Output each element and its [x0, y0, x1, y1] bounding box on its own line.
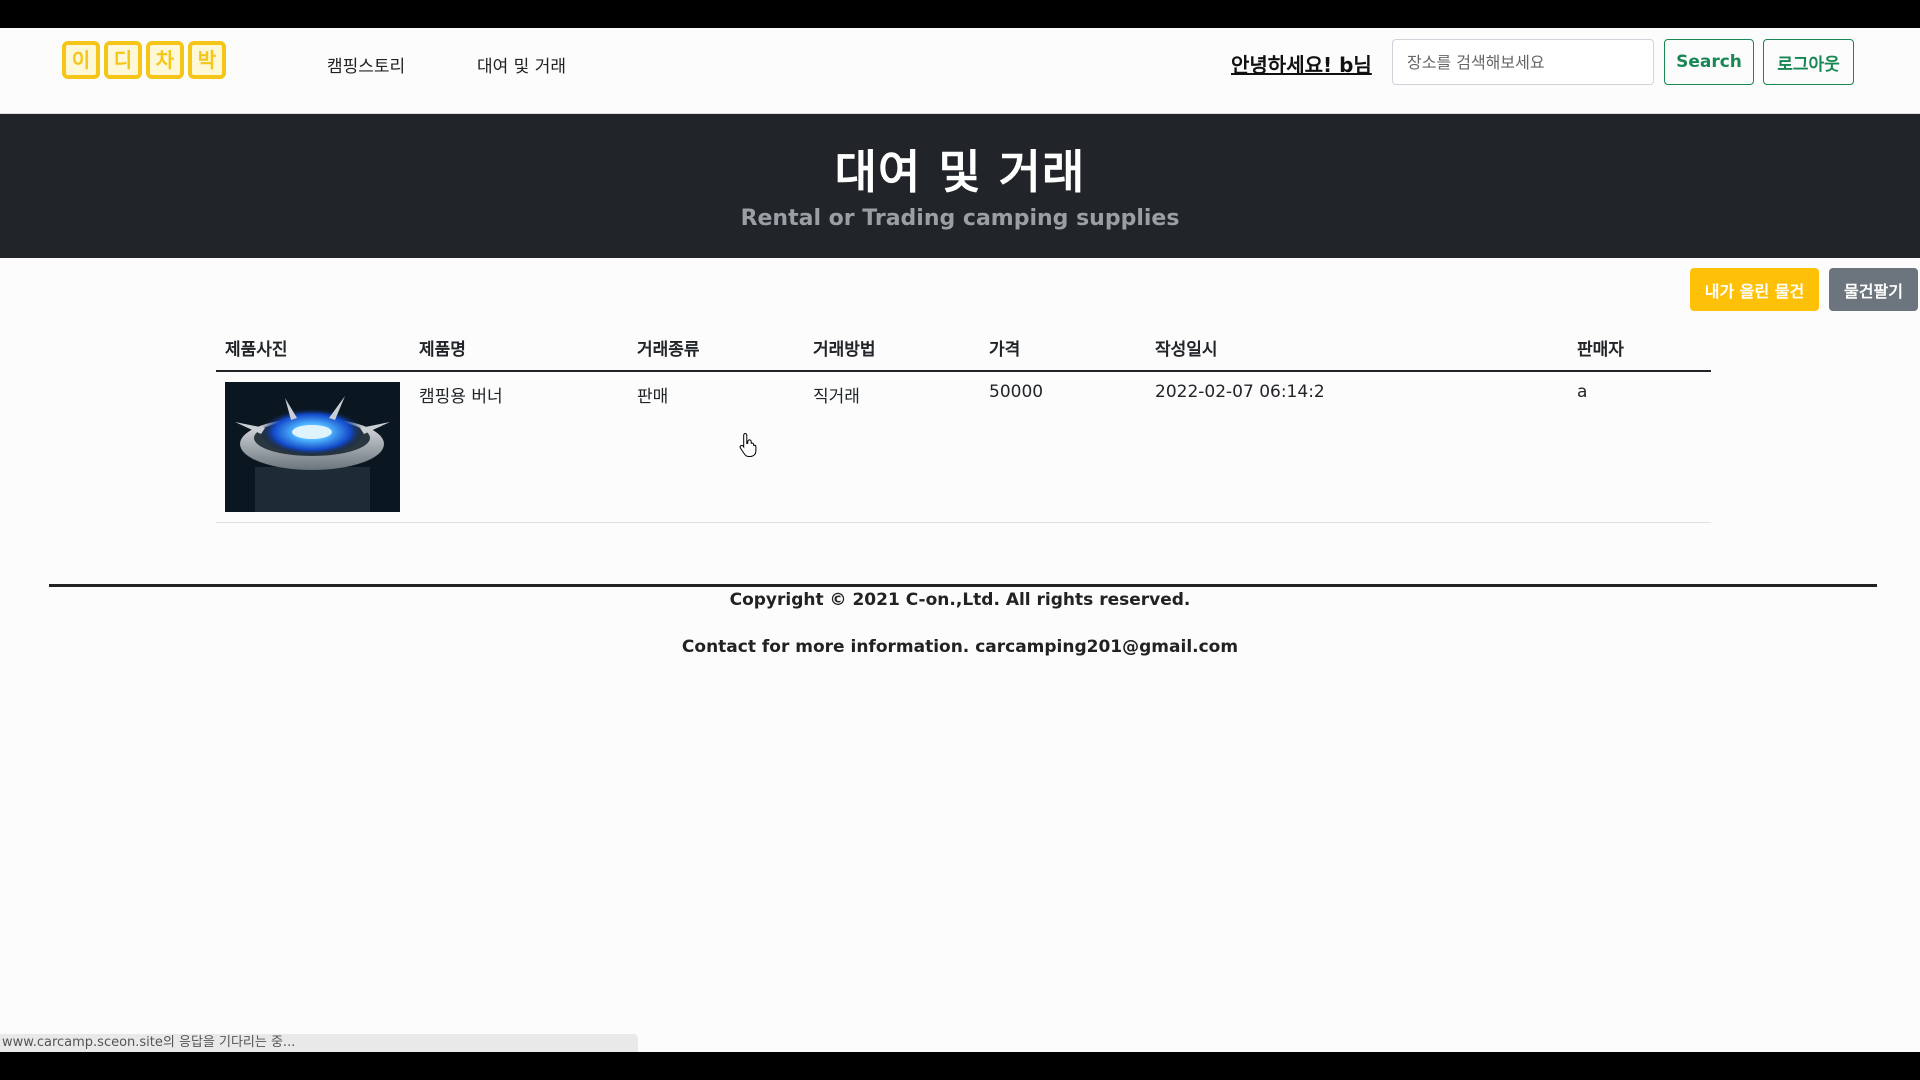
cell-price: 50000: [980, 371, 1146, 523]
browser-status-bar: www.carcamp.sceon.site의 응답을 기다리는 중...: [0, 1034, 638, 1052]
user-greeting[interactable]: 안녕하세요! b님: [1231, 49, 1372, 78]
logo-char-2: 디: [104, 41, 142, 79]
page-header: 대여 및 거래 Rental or Trading camping suppli…: [0, 114, 1920, 258]
footer-divider: [49, 584, 1877, 587]
footer-contact: Contact for more information. carcamping…: [681, 637, 1239, 657]
items-table: 제품사진 제품명 거래종류 거래방법 가격 작성일시 판매자 캠핑용 버너 판매…: [216, 325, 1711, 523]
cell-product-name[interactable]: 캠핑용 버너: [410, 371, 628, 523]
my-items-button[interactable]: 내가 올린 물건: [1690, 268, 1819, 311]
footer-copyright: Copyright © 2021 C-on.,Ltd. All rights r…: [729, 590, 1191, 610]
cell-seller: a: [1568, 371, 1711, 523]
cell-trade-type: 판매: [628, 371, 804, 523]
logo-char-1: 이: [62, 41, 100, 79]
search-input[interactable]: [1392, 39, 1654, 85]
logout-button[interactable]: 로그아웃: [1763, 39, 1854, 85]
cell-photo: [216, 371, 410, 523]
product-thumbnail[interactable]: [225, 382, 400, 512]
header-price: 가격: [980, 325, 1146, 372]
cell-trade-method: 직거래: [804, 371, 980, 523]
hand-pointer-icon: [739, 432, 757, 457]
logo-char-4: 박: [188, 41, 226, 79]
header-photo: 제품사진: [216, 325, 410, 372]
header-created: 작성일시: [1146, 325, 1568, 372]
header-seller: 판매자: [1568, 325, 1711, 372]
page-title: 대여 및 거래: [834, 145, 1086, 199]
header-trade-type: 거래종류: [628, 325, 804, 372]
cell-created: 2022-02-07 06:14:2: [1146, 371, 1568, 523]
page-subtitle: Rental or Trading camping supplies: [740, 206, 1180, 231]
nav-link-rental-trade[interactable]: 대여 및 거래: [477, 52, 566, 77]
table-row[interactable]: 캠핑용 버너 판매 직거래 50000 2022-02-07 06:14:2 a: [216, 371, 1711, 523]
browser-viewport: 이 디 차 박 캠핑스토리 대여 및 거래 안녕하세요! b님 Search 로…: [0, 28, 1920, 1052]
site-logo[interactable]: 이 디 차 박: [62, 38, 226, 82]
header-trade-method: 거래방법: [804, 325, 980, 372]
header-name: 제품명: [410, 325, 628, 372]
top-navbar: 이 디 차 박 캠핑스토리 대여 및 거래 안녕하세요! b님 Search 로…: [0, 28, 1920, 114]
sell-item-button[interactable]: 물건팔기: [1829, 268, 1918, 311]
nav-link-camping-story[interactable]: 캠핑스토리: [327, 52, 405, 77]
logo-char-3: 차: [146, 41, 184, 79]
table-header-row: 제품사진 제품명 거래종류 거래방법 가격 작성일시 판매자: [216, 325, 1711, 372]
search-button[interactable]: Search: [1664, 39, 1754, 85]
